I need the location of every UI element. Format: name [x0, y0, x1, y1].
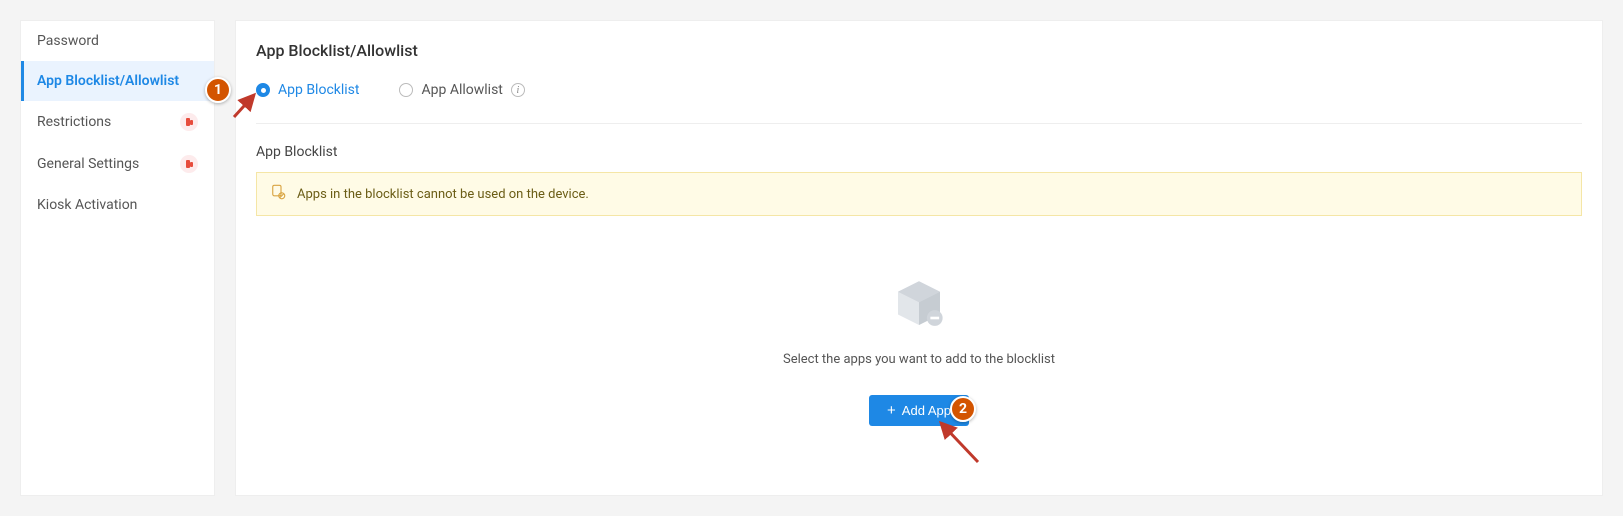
empty-text: Select the apps you want to add to the b… — [256, 352, 1582, 367]
radio-app-blocklist[interactable]: App Blocklist — [256, 82, 359, 98]
button-label: Add App — [902, 403, 951, 418]
alert-badge-icon — [180, 113, 198, 131]
section-title: App Blocklist — [256, 144, 1582, 160]
notice-banner: Apps in the blocklist cannot be used on … — [256, 172, 1582, 216]
empty-state: Select the apps you want to add to the b… — [256, 276, 1582, 426]
page-title: App Blocklist/Allowlist — [256, 41, 1582, 60]
mode-radio-group: App Blocklist App Allowlist i — [256, 82, 1582, 124]
sidebar-item-kiosk-activation[interactable]: Kiosk Activation — [21, 185, 214, 225]
radio-icon — [399, 83, 413, 97]
sidebar: Password App Blocklist/Allowlist Restric… — [20, 20, 215, 496]
sidebar-item-label: App Blocklist/Allowlist — [37, 73, 179, 89]
radio-app-allowlist[interactable]: App Allowlist i — [399, 82, 524, 98]
sidebar-item-restrictions[interactable]: Restrictions — [21, 101, 214, 143]
notice-text: Apps in the blocklist cannot be used on … — [297, 187, 589, 202]
radio-label: App Allowlist — [421, 82, 502, 98]
sidebar-item-password[interactable]: Password — [21, 21, 214, 61]
sidebar-item-label: Kiosk Activation — [37, 197, 137, 213]
sidebar-item-app-blocklist-allowlist[interactable]: App Blocklist/Allowlist — [21, 61, 214, 101]
annotation-arrow-2 — [933, 417, 983, 471]
plus-icon: + — [887, 403, 896, 418]
annotation-callout-2: 2 — [950, 396, 976, 422]
annotation-callout-1: 1 — [205, 77, 231, 103]
notice-icon — [269, 183, 287, 205]
empty-box-icon — [891, 276, 947, 332]
radio-label: App Blocklist — [278, 82, 359, 98]
sidebar-item-label: General Settings — [37, 156, 139, 172]
sidebar-item-label: Password — [37, 33, 99, 49]
info-icon[interactable]: i — [511, 83, 525, 97]
sidebar-item-general-settings[interactable]: General Settings — [21, 143, 214, 185]
main-panel: App Blocklist/Allowlist App Blocklist Ap… — [235, 20, 1603, 496]
alert-badge-icon — [180, 155, 198, 173]
annotation-arrow-1 — [232, 89, 262, 123]
sidebar-item-label: Restrictions — [37, 114, 111, 130]
